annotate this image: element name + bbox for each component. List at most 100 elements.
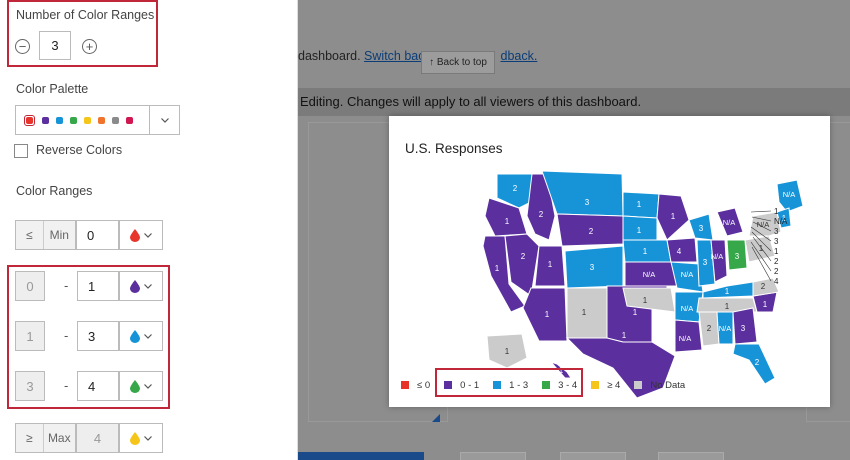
- state-label: 2: [513, 184, 518, 193]
- back-to-top-button[interactable]: ↑ Back to top: [421, 51, 495, 74]
- palette-swatch: [84, 116, 91, 124]
- num-ranges-label: Number of Color Ranges: [16, 8, 155, 22]
- palette-swatch-selected: [24, 114, 35, 126]
- callout-label: N/A: [774, 217, 788, 226]
- increment-button[interactable]: +: [82, 39, 97, 54]
- state-label: 1: [725, 287, 730, 296]
- range-dash: -: [64, 378, 69, 393]
- state-label: N/A: [681, 304, 694, 313]
- callout-label: 3: [774, 237, 779, 246]
- color-drop-icon: [130, 228, 140, 242]
- callout-label: 4: [774, 277, 779, 286]
- color-drop-icon: [130, 379, 140, 393]
- dashboard-button: [560, 452, 626, 460]
- min-color-picker[interactable]: [119, 220, 163, 250]
- map-legend: ≤ 0 0 - 1 1 - 3 3 - 4 ≥ 4 No Data: [401, 378, 699, 392]
- legend-label: No Data: [650, 379, 686, 391]
- chevron-down-icon: [144, 383, 152, 389]
- palette-swatch: [42, 116, 49, 124]
- state-label: N/A: [723, 218, 736, 227]
- palette-swatch: [98, 116, 105, 124]
- state-label: 1: [633, 308, 638, 317]
- state-label: 1: [505, 347, 510, 356]
- editing-notice: Editing. Changes will apply to all viewe…: [300, 94, 642, 109]
- range-color-picker[interactable]: [119, 371, 163, 401]
- state-label: 1: [548, 260, 553, 269]
- max-value-input: 4: [76, 423, 119, 453]
- state-label: N/A: [719, 324, 732, 333]
- min-label: ≤ Min: [15, 220, 76, 250]
- state-label: 1: [725, 302, 730, 311]
- palette-swatch: [112, 116, 119, 124]
- state-label: 1: [505, 217, 510, 226]
- chevron-down-icon: [144, 232, 152, 238]
- state-label: 3: [699, 224, 704, 233]
- state-label: 2: [707, 324, 712, 333]
- state-label: 1: [637, 226, 642, 235]
- range-to-input[interactable]: 4: [77, 371, 119, 401]
- decrement-button[interactable]: −: [15, 39, 30, 54]
- color-drop-icon: [130, 279, 140, 293]
- chevron-down-icon: [144, 333, 152, 339]
- state-label: 4: [677, 247, 682, 256]
- state-label: 1: [643, 296, 648, 305]
- callout-label: 2: [774, 257, 779, 266]
- palette-swatch: [126, 116, 133, 124]
- range-from-input: 3: [15, 371, 45, 401]
- callout-line: [750, 210, 772, 213]
- switch-link[interactable]: Switch bac: [364, 49, 424, 63]
- us-map: 21122321 31 1111N/A11114N/AN/AN/A33N/AN/A3…: [482, 170, 804, 399]
- color-drop-icon: [130, 329, 140, 343]
- reverse-colors-label: Reverse Colors: [36, 143, 123, 157]
- legend-swatch: [591, 381, 600, 389]
- legend-label: 1 - 3: [509, 379, 529, 391]
- settings-panel: Number of Color Ranges − 3 + Color Palet…: [0, 0, 298, 460]
- chevron-down-icon: [160, 117, 169, 123]
- callout-label: 1: [774, 247, 779, 256]
- num-ranges-input[interactable]: 3: [39, 31, 71, 60]
- state-label: 1: [495, 264, 500, 273]
- state-shape[interactable]: [666, 237, 698, 263]
- legend-item: ≥ 4: [591, 380, 620, 391]
- legend-label: ≥ 4: [607, 379, 621, 391]
- chevron-down-icon: [144, 283, 152, 289]
- state-label: 2: [521, 252, 526, 261]
- state-label: 1: [622, 331, 627, 340]
- dashboard-button: [460, 452, 526, 460]
- reverse-colors-checkbox[interactable]: [14, 144, 28, 158]
- callout-label: 3: [774, 227, 779, 236]
- state-label: N/A: [681, 270, 694, 279]
- max-label: ≥ Max: [15, 423, 76, 453]
- range-to-input[interactable]: 1: [77, 271, 119, 301]
- range-to-input[interactable]: 3: [77, 321, 119, 351]
- legend-item: No Data: [634, 380, 685, 391]
- state-label: N/A: [679, 334, 692, 343]
- state-label: 3: [703, 258, 708, 267]
- color-drop-icon: [130, 431, 140, 445]
- legend-label: 0 - 1: [460, 379, 480, 391]
- callout-label: 1: [774, 207, 779, 216]
- max-color-picker[interactable]: [119, 423, 163, 453]
- dashboard-notice-text: dashboard. Switch bac dback.: [298, 49, 538, 63]
- callout-label: 2: [774, 267, 779, 276]
- state-label: 1: [671, 212, 676, 221]
- range-color-picker[interactable]: [119, 271, 163, 301]
- state-label: 2: [589, 227, 594, 236]
- range-color-picker[interactable]: [119, 321, 163, 351]
- feedback-link[interactable]: dback.: [501, 49, 538, 63]
- legend-item: 1 - 3: [493, 380, 528, 391]
- dashboard-button: [658, 452, 724, 460]
- legend-item: 0 - 1: [444, 380, 479, 391]
- state-label: 3: [590, 263, 595, 272]
- state-label: 2: [761, 282, 766, 291]
- legend-swatch: [493, 381, 502, 389]
- min-value-input[interactable]: 0: [76, 220, 119, 250]
- resize-handle-icon: [432, 414, 440, 422]
- state-label: N/A: [643, 270, 656, 279]
- palette-dropdown[interactable]: [149, 105, 180, 135]
- color-ranges-label: Color Ranges: [16, 184, 93, 198]
- dashboard-primary-button: [298, 452, 424, 460]
- range-dash: -: [64, 278, 69, 293]
- palette-select[interactable]: [15, 105, 149, 135]
- state-shape[interactable]: [566, 287, 608, 339]
